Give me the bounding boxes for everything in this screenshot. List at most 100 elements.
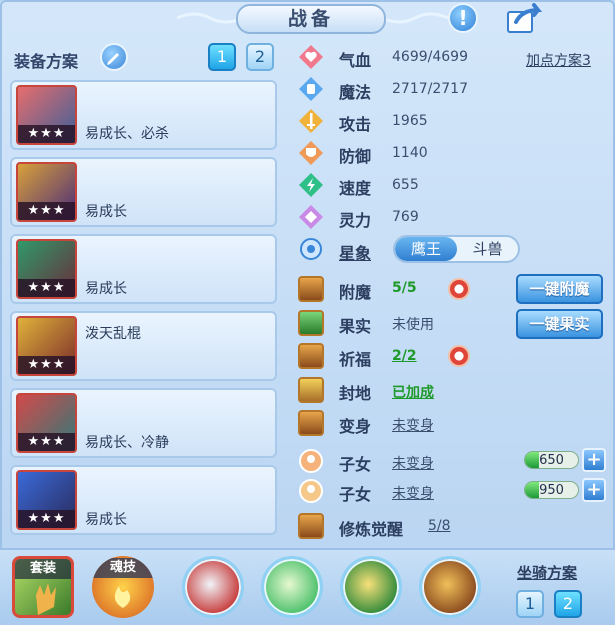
mount-tab-1[interactable]: 1 <box>516 590 544 618</box>
hand-icon <box>36 583 56 615</box>
star-rating: ★★★ <box>18 202 75 220</box>
shield-icon <box>299 141 323 165</box>
star-rating: ★★★ <box>18 125 75 143</box>
mount-tab-2[interactable]: 2 <box>554 590 582 618</box>
one-click-fruit-button[interactable]: 一键果实 <box>516 309 603 339</box>
equipment-desc: 泼天乱棍 <box>85 326 141 342</box>
cultivation-value[interactable]: 5/8 <box>428 518 451 534</box>
equipment-desc: 易成长 <box>85 281 127 297</box>
sword-icon <box>299 109 323 133</box>
equipment-desc: 易成长 <box>85 204 127 220</box>
transform-icon <box>298 410 324 436</box>
constellation-icon <box>300 238 322 260</box>
title-ornament-left <box>176 12 244 24</box>
soul-skill-slot[interactable]: 魂技 <box>92 556 154 618</box>
clock-icon[interactable] <box>448 345 470 367</box>
seal-icon <box>298 377 324 403</box>
stat-value-mp: 2717/2717 <box>392 81 468 97</box>
equipment-slot-boots[interactable]: ★★★ 易成长 <box>10 465 277 535</box>
cultivation-icon <box>298 513 324 539</box>
stat-label-defense: 防御 <box>339 147 372 166</box>
star-rating: ★★★ <box>18 510 75 528</box>
exclamation-icon: ! <box>458 6 468 30</box>
stat-value-hp: 4699/4699 <box>392 49 468 65</box>
child-label-2: 子女 <box>339 485 372 504</box>
transform-value[interactable]: 未变身 <box>392 415 434 435</box>
stat-value-speed: 655 <box>392 177 419 193</box>
stat-value-spirit: 769 <box>392 209 419 225</box>
spirit-icon <box>299 205 323 229</box>
panel-title: 战备 <box>236 4 386 34</box>
stat-label-spirit: 灵力 <box>339 211 372 230</box>
mount-plan-title[interactable]: 坐骑方案 <box>517 562 577 583</box>
share-icon[interactable] <box>504 2 544 34</box>
flame-icon <box>114 586 131 608</box>
equipment-desc: 易成长、必杀 <box>85 126 169 142</box>
plan-tab-2[interactable]: 2 <box>246 43 274 71</box>
child-value-1[interactable]: 未变身 <box>392 453 434 473</box>
add-child-gauge-button-1[interactable]: + <box>582 448 606 472</box>
skill-slot-2[interactable] <box>261 556 323 618</box>
title-ornament-right <box>381 12 449 24</box>
skill-slot-4[interactable] <box>419 556 481 618</box>
seal-value[interactable]: 已加成 <box>392 382 434 402</box>
blessing-icon <box>298 343 324 369</box>
fruit-icon <box>298 310 324 336</box>
stat-value-attack: 1965 <box>392 113 428 129</box>
clock-icon[interactable] <box>448 278 470 300</box>
necklace-icon: ★★★ <box>16 239 77 299</box>
fruit-label: 果实 <box>339 317 372 336</box>
child-icon <box>299 449 323 473</box>
equipment-desc: 易成长、冷静 <box>85 435 169 451</box>
plan-tab-1[interactable]: 1 <box>208 43 236 71</box>
child-gauge-value-2: 950 <box>539 483 564 498</box>
one-click-enchant-button[interactable]: 一键附魔 <box>516 274 603 304</box>
pencil-icon <box>107 53 119 65</box>
speed-icon <box>299 173 323 197</box>
constellation-option-eagle[interactable]: 鹰王 <box>395 237 457 261</box>
child-value-2[interactable]: 未变身 <box>392 483 434 503</box>
equipment-slot-necklace[interactable]: ★★★ 易成长 <box>10 234 277 304</box>
enchant-label: 附魔 <box>339 283 372 302</box>
weapon-icon: ★★★ <box>16 85 77 145</box>
constellation-label[interactable]: 星象 <box>339 240 371 264</box>
child-icon <box>299 479 323 503</box>
enchant-value: 5/5 <box>392 280 417 296</box>
points-plan-link[interactable]: 加点方案3 <box>526 50 591 70</box>
equipment-slot-armor[interactable]: ★★★ 泼天乱棍 <box>10 311 277 381</box>
stat-value-defense: 1140 <box>392 145 428 161</box>
helmet-icon: ★★★ <box>16 162 77 222</box>
skill-slot-3[interactable] <box>340 556 402 618</box>
info-button[interactable]: ! <box>448 3 478 33</box>
constellation-option-beast[interactable]: 斗兽 <box>457 237 518 261</box>
skill-slot-1[interactable] <box>182 556 244 618</box>
blessing-value[interactable]: 2/2 <box>392 348 417 364</box>
equipment-slot-belt[interactable]: ★★★ 易成长、冷静 <box>10 388 277 458</box>
equipment-plan-title: 装备方案 <box>14 52 79 71</box>
stat-label-attack: 攻击 <box>339 115 372 134</box>
soul-skill-label: 魂技 <box>92 558 154 578</box>
blessing-label: 祈福 <box>339 350 372 369</box>
set-slot[interactable]: 套装 <box>12 556 74 618</box>
add-child-gauge-button-2[interactable]: + <box>582 478 606 502</box>
child-gauge-2: 950 <box>524 481 579 499</box>
belt-icon: ★★★ <box>16 393 77 453</box>
cultivation-label: 修炼觉醒 <box>339 520 404 539</box>
transform-label: 变身 <box>339 417 372 436</box>
enchant-icon <box>298 276 324 302</box>
stat-label-speed: 速度 <box>339 179 372 198</box>
constellation-toggle[interactable]: 鹰王 斗兽 <box>393 235 520 263</box>
child-label-1: 子女 <box>339 455 372 474</box>
mana-icon <box>299 77 323 101</box>
set-label: 套装 <box>15 559 71 579</box>
child-gauge-value-1: 650 <box>539 453 564 468</box>
stat-label-hp: 气血 <box>339 51 372 70</box>
equipment-slot-weapon[interactable]: ★★★ 易成长、必杀 <box>10 80 277 150</box>
heart-icon <box>299 45 323 69</box>
equipment-slot-helmet[interactable]: ★★★ 易成长 <box>10 157 277 227</box>
boots-icon: ★★★ <box>16 470 77 530</box>
star-rating: ★★★ <box>18 356 75 374</box>
stat-label-mp: 魔法 <box>339 83 372 102</box>
edit-plan-button[interactable] <box>100 43 128 71</box>
fruit-value: 未使用 <box>392 317 434 333</box>
